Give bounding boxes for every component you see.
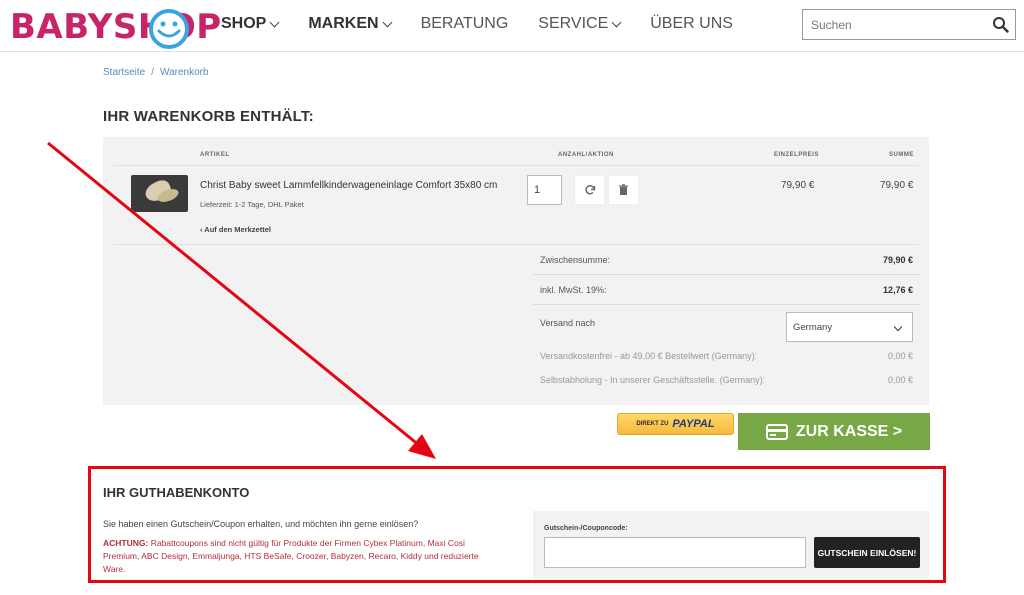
country-select[interactable]: Germany	[786, 312, 913, 342]
vat-value: 12,76 €	[882, 285, 913, 295]
smiley-icon	[149, 9, 189, 49]
breadcrumb: Startseite / Warenkorb	[103, 67, 209, 78]
paypal-logo: PAYPAL	[672, 418, 715, 430]
column-header-article: ARTIKEL	[200, 152, 230, 158]
site-header: BABYSHOP SHOP MARKEN BERATUNG SERVICE ÜB…	[0, 0, 1024, 52]
breadcrumb-home[interactable]: Startseite	[103, 67, 145, 78]
column-header-unit-price: EINZELPREIS	[774, 152, 819, 158]
nav-service[interactable]: SERVICE	[538, 13, 622, 35]
unit-price: 79,90 €	[781, 180, 815, 191]
subtotal-value: 79,90 €	[882, 255, 913, 265]
column-header-total: SUMME	[889, 152, 914, 158]
search-input[interactable]	[803, 10, 983, 39]
annotation-highlight-box	[88, 466, 946, 583]
product-name[interactable]: Christ Baby sweet Lammfellkinderwagenein…	[200, 180, 497, 191]
credit-card-icon	[765, 423, 788, 440]
main-nav: SHOP MARKEN BERATUNG SERVICE ÜBER UNS	[221, 13, 763, 35]
page-title: IHR WARENKORB ENTHÄLT:	[103, 108, 314, 125]
trash-icon	[619, 184, 628, 195]
nav-marken[interactable]: MARKEN	[308, 13, 393, 35]
chevron-down-icon	[269, 17, 280, 27]
cart-panel: ARTIKEL ANZAHL/AKTION EINZELPREIS SUMME …	[103, 137, 929, 405]
quantity-input[interactable]: 1	[527, 175, 562, 205]
breadcrumb-current[interactable]: Warenkorb	[160, 67, 209, 78]
nav-beratung[interactable]: BERATUNG	[421, 13, 509, 35]
chevron-down-icon	[611, 17, 622, 27]
nav-ueber-uns[interactable]: ÜBER UNS	[650, 13, 733, 35]
checkout-button[interactable]: ZUR KASSE >	[738, 413, 930, 450]
delete-button[interactable]	[608, 175, 639, 205]
paypal-button[interactable]: DIREKT ZU PAYPAL	[617, 413, 734, 435]
search-box	[802, 9, 1016, 40]
refresh-icon	[584, 185, 595, 195]
line-total: 79,90 €	[880, 180, 914, 191]
product-image[interactable]	[131, 175, 188, 212]
wishlist-link[interactable]: ‹ Auf den Merkzettel	[200, 225, 271, 234]
nav-shop[interactable]: SHOP	[221, 13, 280, 35]
refresh-button[interactable]	[574, 175, 605, 205]
delivery-time: Lieferzeit: 1-2 Tage, DHL Paket	[200, 200, 304, 209]
chevron-down-icon	[382, 17, 393, 27]
checkout-label: ZUR KASSE >	[795, 422, 903, 440]
cart-summary: Zwischensumme: 79,90 € inkl. MwSt. 19%: …	[533, 245, 920, 396]
breadcrumb-separator: /	[151, 67, 155, 78]
search-icon[interactable]	[992, 16, 1009, 33]
babyshop-logo[interactable]: BABYSHOP	[10, 4, 221, 49]
column-header-qty: ANZAHL/AKTION	[558, 152, 614, 158]
chevron-down-icon	[893, 322, 903, 332]
divider	[113, 165, 919, 166]
paypal-prefix: DIREKT ZU	[636, 421, 669, 427]
